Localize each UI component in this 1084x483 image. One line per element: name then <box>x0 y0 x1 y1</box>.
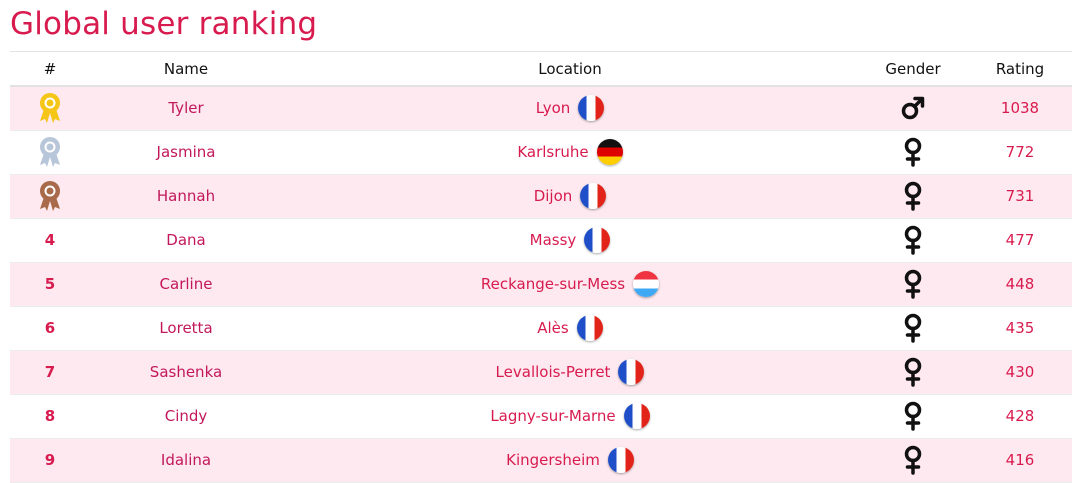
user-name[interactable]: Tyler <box>90 86 282 131</box>
location-city[interactable]: Lagny-sur-Marne <box>490 407 615 425</box>
rank-number: 5 <box>44 275 56 293</box>
rating-value: 448 <box>968 262 1072 307</box>
location-cell: Reckange-sur-Mess <box>282 262 858 307</box>
rating-value: 477 <box>968 218 1072 263</box>
location-cell: Kingersheim <box>282 438 858 483</box>
france-flag-icon <box>618 359 645 385</box>
female-icon <box>858 262 968 307</box>
france-flag-icon <box>576 315 603 341</box>
rank-number: 8 <box>44 407 56 425</box>
user-name[interactable]: Hannah <box>90 174 282 219</box>
france-flag-icon <box>578 95 605 122</box>
rank-number: 7 <box>44 363 56 381</box>
column-header-rank[interactable]: # <box>10 51 90 87</box>
rank-cell: 9 <box>10 438 90 483</box>
france-flag-icon <box>607 447 634 473</box>
location-city[interactable]: Lyon <box>536 99 571 117</box>
column-header-location[interactable]: Location <box>282 51 858 87</box>
location-cell: Levallois-Perret <box>282 350 858 395</box>
location-city[interactable]: Reckange-sur-Mess <box>481 275 625 293</box>
location-city[interactable]: Kingersheim <box>506 451 600 469</box>
rating-value: 772 <box>968 130 1072 175</box>
rank-number: 9 <box>44 451 56 469</box>
male-icon <box>858 86 968 131</box>
ranking-table-container: # Name Location Gender Rating Tyler Lyon … <box>10 51 1072 483</box>
rating-value: 435 <box>968 306 1072 351</box>
rank-cell <box>10 174 90 219</box>
table-row[interactable]: 6 Loretta Alès 435 <box>10 306 1072 351</box>
user-name[interactable]: Cindy <box>90 394 282 439</box>
rank-cell: 6 <box>10 306 90 351</box>
rank-cell: 4 <box>10 218 90 263</box>
female-icon <box>858 350 968 395</box>
location-cell: Lagny-sur-Marne <box>282 394 858 439</box>
column-header-name[interactable]: Name <box>90 51 282 87</box>
female-icon <box>858 394 968 439</box>
table-row[interactable]: 4 Dana Massy 477 <box>10 218 1072 263</box>
ranking-table: # Name Location Gender Rating Tyler Lyon … <box>10 51 1072 483</box>
france-flag-icon <box>580 183 607 209</box>
location-cell: Alès <box>282 306 858 351</box>
location-city[interactable]: Dijon <box>534 187 573 205</box>
location-city[interactable]: Massy <box>530 231 577 249</box>
location-city[interactable]: Karlsruhe <box>517 143 588 161</box>
table-row[interactable]: 7 Sashenka Levallois-Perret 430 <box>10 350 1072 395</box>
table-row[interactable]: 8 Cindy Lagny-sur-Marne 428 <box>10 394 1072 439</box>
gold-medal-icon <box>10 92 90 124</box>
location-city[interactable]: Alès <box>537 319 568 337</box>
rating-value: 1038 <box>968 86 1072 131</box>
rating-value: 416 <box>968 438 1072 483</box>
user-name[interactable]: Loretta <box>90 306 282 351</box>
ranking-table-body: Tyler Lyon 1038 Jasmina Karlsruhe 772 Hann… <box>10 86 1072 483</box>
rating-value: 430 <box>968 350 1072 395</box>
location-city[interactable]: Levallois-Perret <box>496 363 611 381</box>
rank-number: 4 <box>44 231 56 249</box>
rating-value: 731 <box>968 174 1072 219</box>
france-flag-icon <box>623 403 650 429</box>
female-icon <box>858 130 968 175</box>
bronze-medal-icon <box>10 180 90 212</box>
table-row[interactable]: Jasmina Karlsruhe 772 <box>10 130 1072 175</box>
female-icon <box>858 218 968 263</box>
user-name[interactable]: Dana <box>90 218 282 263</box>
location-cell: Karlsruhe <box>282 130 858 175</box>
location-cell: Dijon <box>282 174 858 219</box>
column-header-rating[interactable]: Rating <box>968 51 1072 87</box>
rank-cell: 7 <box>10 350 90 395</box>
rank-cell <box>10 86 90 131</box>
column-header-gender[interactable]: Gender <box>858 51 968 87</box>
table-header-row: # Name Location Gender Rating <box>10 51 1072 87</box>
user-name[interactable]: Jasmina <box>90 130 282 175</box>
female-icon <box>858 306 968 351</box>
user-name[interactable]: Sashenka <box>90 350 282 395</box>
rank-cell: 5 <box>10 262 90 307</box>
rank-number: 6 <box>44 319 56 337</box>
table-row[interactable]: 5 Carline Reckange-sur-Mess 448 <box>10 262 1072 307</box>
female-icon <box>858 438 968 483</box>
rank-cell <box>10 130 90 175</box>
france-flag-icon <box>584 227 611 253</box>
female-icon <box>858 174 968 219</box>
table-row[interactable]: Tyler Lyon 1038 <box>10 86 1072 131</box>
user-name[interactable]: Carline <box>90 262 282 307</box>
luxembourg-flag-icon <box>633 271 660 297</box>
rating-value: 428 <box>968 394 1072 439</box>
rank-cell: 8 <box>10 394 90 439</box>
germany-flag-icon <box>596 139 623 165</box>
user-name[interactable]: Idalina <box>90 438 282 483</box>
silver-medal-icon <box>10 136 90 168</box>
page-title: Global user ranking <box>10 6 318 42</box>
table-row[interactable]: 9 Idalina Kingersheim 416 <box>10 438 1072 483</box>
location-cell: Lyon <box>282 86 858 131</box>
location-cell: Massy <box>282 218 858 263</box>
table-row[interactable]: Hannah Dijon 731 <box>10 174 1072 219</box>
